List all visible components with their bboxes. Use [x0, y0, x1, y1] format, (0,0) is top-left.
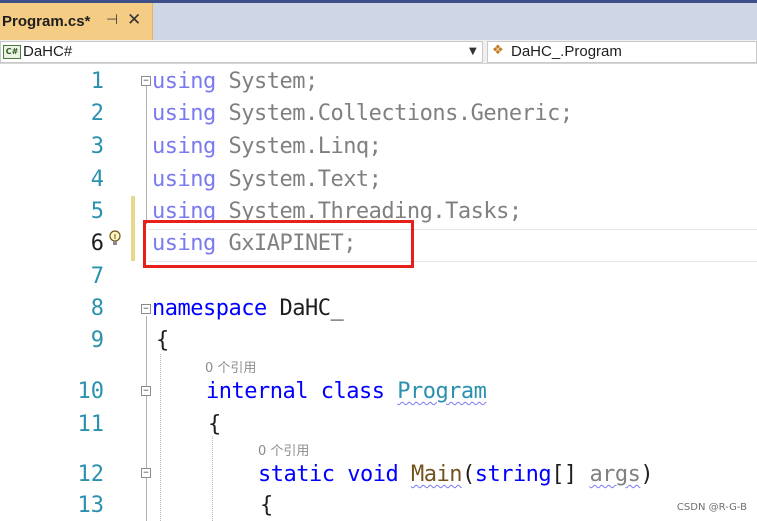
- class-name: Program: [397, 379, 487, 404]
- document-tab-strip: Program.cs* ⊣ ✕: [0, 0, 757, 40]
- code-line: using System;: [152, 69, 318, 94]
- keyword: using: [152, 101, 216, 126]
- collapse-toggle[interactable]: −: [141, 468, 151, 478]
- chevron-down-icon[interactable]: ▼: [469, 46, 477, 57]
- project-label: DaHC#: [23, 43, 73, 60]
- outline-line: [146, 86, 147, 224]
- keyword: using: [152, 167, 216, 192]
- namespace-ref: System.Collections.Generic;: [228, 101, 573, 126]
- tab-program-cs[interactable]: Program.cs* ⊣ ✕: [0, 3, 153, 40]
- codelens-references[interactable]: 0 个引用: [258, 440, 309, 459]
- namespace-ref: System.Text;: [228, 167, 382, 192]
- type-label: DaHC_.Program: [511, 43, 622, 60]
- line-number-current: 6: [90, 231, 104, 256]
- line-number: 5: [90, 199, 104, 224]
- line-number: 8: [90, 296, 104, 321]
- type-dropdown[interactable]: ❖ DaHC_.Program: [487, 41, 757, 63]
- line-number: 4: [90, 167, 104, 192]
- indent-guide: [212, 436, 213, 521]
- line-number: 2: [90, 101, 104, 126]
- keyword: string: [474, 462, 552, 487]
- annotation-highlight-box: [143, 220, 414, 268]
- parameter-name: args: [589, 462, 641, 487]
- code-line: namespace DaHC_: [152, 296, 344, 321]
- line-number: 9: [90, 328, 104, 353]
- keyword: void: [347, 462, 399, 487]
- punctuation: []: [551, 462, 577, 487]
- close-icon[interactable]: ✕: [127, 10, 141, 30]
- lightbulb-icon[interactable]: [108, 229, 122, 249]
- line-number: 3: [90, 134, 104, 159]
- code-line: internal class Program: [206, 379, 487, 404]
- code-line: {: [156, 328, 169, 353]
- keyword: namespace: [152, 296, 267, 321]
- punctuation: (: [461, 462, 475, 487]
- keyword: using: [152, 69, 216, 94]
- collapse-toggle[interactable]: −: [141, 304, 151, 314]
- project-dropdown[interactable]: C# DaHC# ▼: [0, 41, 483, 63]
- tab-title: Program.cs*: [2, 13, 91, 30]
- namespace-ref: System.Linq;: [228, 134, 382, 159]
- code-editor[interactable]: − − − − 1 2 3 4 5 6 7 8 9 10 11 12 13 us…: [0, 64, 757, 521]
- keyword: using: [152, 134, 216, 159]
- navigation-bar: C# DaHC# ▼ ❖ DaHC_.Program: [0, 40, 757, 64]
- codelens-references[interactable]: 0 个引用: [205, 357, 256, 376]
- class-icon: ❖: [492, 43, 504, 58]
- collapse-toggle[interactable]: −: [141, 386, 151, 396]
- code-line: using System.Text;: [152, 167, 382, 192]
- line-number: 1: [90, 69, 104, 94]
- keyword: internal: [206, 379, 308, 404]
- code-line: static void Main(string[] args): [258, 462, 654, 487]
- code-line: using System.Collections.Generic;: [152, 101, 573, 126]
- namespace-ref: System;: [228, 69, 318, 94]
- watermark: CSDN @R-G-B: [676, 502, 747, 513]
- line-number: 11: [77, 412, 105, 437]
- outline-line: [146, 316, 147, 521]
- pin-icon[interactable]: ⊣: [106, 12, 118, 28]
- punctuation: ): [640, 462, 654, 487]
- collapse-toggle[interactable]: −: [141, 76, 151, 86]
- csharp-project-icon: C#: [3, 45, 21, 59]
- change-marker: [131, 231, 135, 261]
- method-name: Main: [410, 462, 462, 487]
- indent-guide: [160, 354, 161, 521]
- namespace-name: DaHC_: [279, 296, 344, 321]
- code-line: {: [208, 412, 221, 437]
- line-number: 10: [77, 379, 105, 404]
- line-number: 7: [90, 264, 104, 289]
- line-number: 13: [77, 493, 105, 518]
- code-line: using System.Linq;: [152, 134, 382, 159]
- keyword: static: [258, 462, 335, 487]
- keyword: class: [320, 379, 385, 404]
- code-line: {: [260, 493, 273, 518]
- line-number: 12: [77, 462, 105, 487]
- change-marker: [131, 196, 135, 231]
